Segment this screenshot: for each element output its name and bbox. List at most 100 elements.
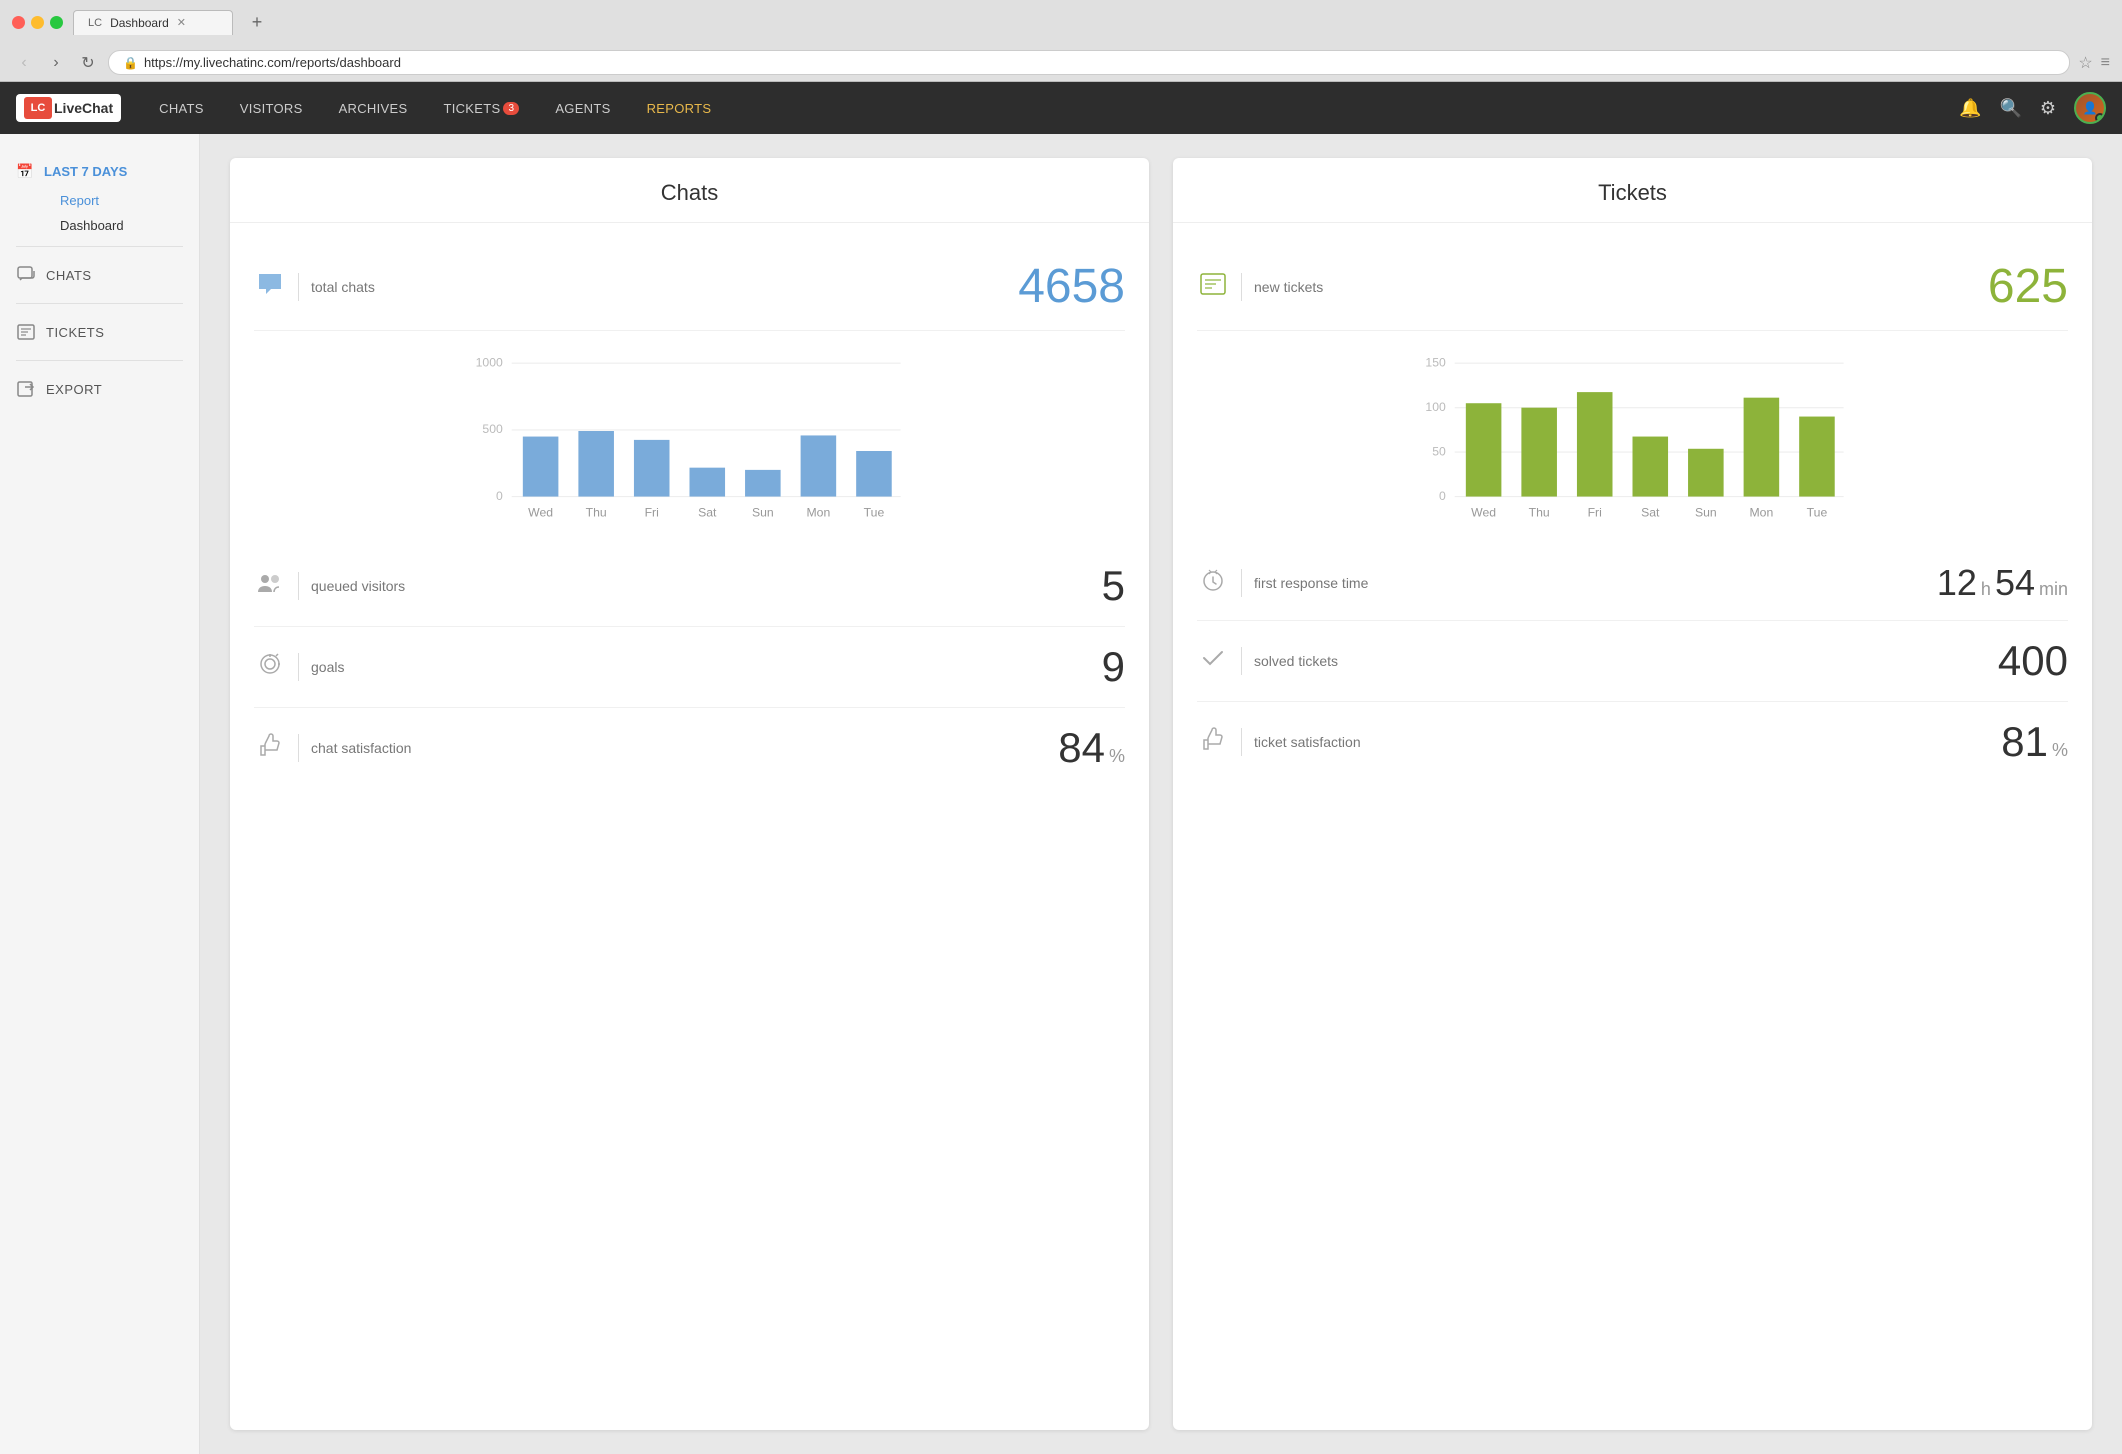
queued-visitors-icon	[254, 572, 286, 600]
new-tickets-value: 625	[1988, 259, 2068, 314]
svg-text:50: 50	[1432, 444, 1446, 458]
solved-tickets-label: solved tickets	[1254, 653, 1986, 669]
chat-satisfaction-label: chat satisfaction	[311, 740, 1046, 756]
browser-tab[interactable]: LC Dashboard ✕	[73, 10, 233, 35]
svg-text:Sat: Sat	[698, 506, 717, 520]
svg-text:100: 100	[1425, 400, 1446, 414]
tickets-chart-svg: 150 100 50 0	[1213, 341, 2052, 541]
svg-text:500: 500	[482, 422, 503, 436]
divider	[298, 734, 299, 762]
nav-item-tickets[interactable]: TICKETS 3	[425, 82, 537, 134]
sidebar-nav-tickets[interactable]: TICKETS	[0, 312, 199, 352]
sidebar-nav-chats[interactable]: CHATS	[0, 255, 199, 295]
close-dot[interactable]	[12, 16, 25, 29]
logo-text: LiveChat	[54, 100, 113, 116]
first-response-h-unit: h	[1981, 579, 1991, 600]
menu-button[interactable]: ≡	[2101, 54, 2110, 72]
first-response-min-unit: min	[2039, 579, 2068, 600]
svg-text:1000: 1000	[476, 356, 503, 370]
chats-card: Chats total chats 4658	[230, 158, 1149, 1430]
browser-chrome: LC Dashboard ✕ + ‹ › ↻ 🔒 https://my.live…	[0, 0, 2122, 82]
tickets-card-body: new tickets 625 150 100 50	[1173, 223, 2092, 802]
refresh-button[interactable]: ↻	[76, 51, 100, 75]
thumbsup-ticket-icon	[1197, 727, 1229, 757]
ticket-satisfaction-value-group: 81 %	[2001, 718, 2068, 766]
goals-label: goals	[311, 659, 1090, 675]
svg-text:150: 150	[1425, 356, 1446, 370]
new-tickets-label: new tickets	[1254, 279, 1976, 295]
sidebar-item-last7days[interactable]: 📅 LAST 7 DAYS	[0, 154, 199, 188]
chats-chart: 1000 500 0	[254, 331, 1125, 546]
nav-item-chats[interactable]: CHATS	[141, 82, 222, 134]
tab-title: Dashboard	[110, 16, 169, 30]
address-bar[interactable]: 🔒 https://my.livechatinc.com/reports/das…	[108, 50, 2070, 75]
queued-visitors-value: 5	[1102, 562, 1125, 610]
forward-button[interactable]: ›	[44, 51, 68, 75]
tickets-chart: 150 100 50 0	[1197, 331, 2068, 546]
divider	[298, 572, 299, 600]
tab-close-button[interactable]: ✕	[177, 16, 186, 29]
logo-letters: LC	[31, 102, 46, 114]
avatar[interactable]: 👤	[2074, 92, 2106, 124]
sidebar-export-label: EXPORT	[46, 382, 102, 397]
first-response-value-group: 12 h 54 min	[1937, 562, 2068, 604]
new-tickets-row: new tickets 625	[1197, 243, 2068, 331]
calendar-icon: 📅	[16, 162, 34, 180]
sidebar-chats-label: CHATS	[46, 268, 92, 283]
svg-text:Tue: Tue	[864, 506, 885, 520]
svg-text:Sun: Sun	[752, 506, 774, 520]
chat-nav-icon	[16, 265, 36, 285]
svg-text:0: 0	[1439, 489, 1446, 503]
sidebar-period-label: LAST 7 DAYS	[44, 164, 127, 179]
chat-satisfaction-value-group: 84 %	[1058, 724, 1125, 772]
sidebar-item-dashboard[interactable]: Dashboard	[44, 213, 199, 238]
minimize-dot[interactable]	[31, 16, 44, 29]
divider	[1241, 273, 1242, 301]
tab-favicon: LC	[88, 17, 102, 29]
window-controls	[12, 16, 63, 29]
notifications-button[interactable]: 🔔	[1959, 98, 1981, 119]
nav-item-visitors[interactable]: VISITORS	[222, 82, 321, 134]
nav-item-archives[interactable]: ARCHIVES	[321, 82, 426, 134]
sidebar-item-report[interactable]: Report	[44, 188, 199, 213]
settings-button[interactable]: ⚙	[2040, 98, 2056, 119]
nav-items: CHATS VISITORS ARCHIVES TICKETS 3 AGENTS…	[141, 82, 1959, 134]
total-chats-label: total chats	[311, 279, 1006, 295]
back-button[interactable]: ‹	[12, 51, 36, 75]
chat-satisfaction-unit: %	[1109, 746, 1125, 767]
logo[interactable]: LC LiveChat	[16, 94, 121, 122]
ticket-satisfaction-label: ticket satisfaction	[1254, 734, 1989, 750]
tickets-card: Tickets new tickets 625	[1173, 158, 2092, 1430]
first-response-row: first response time 12 h 54 min	[1197, 546, 2068, 621]
ticket-satisfaction-unit: %	[2052, 740, 2068, 761]
sidebar-divider-3	[16, 360, 183, 361]
divider	[298, 273, 299, 301]
svg-text:Mon: Mon	[1749, 506, 1773, 520]
goals-row: goals 9	[254, 627, 1125, 708]
svg-text:Thu: Thu	[586, 506, 607, 520]
new-tab-button[interactable]: +	[243, 8, 271, 36]
sidebar-divider-1	[16, 246, 183, 247]
divider	[1241, 569, 1242, 597]
url-text: https://my.livechatinc.com/reports/dashb…	[144, 55, 2055, 70]
svg-text:Mon: Mon	[806, 506, 830, 520]
goals-value: 9	[1102, 643, 1125, 691]
svg-text:Tue: Tue	[1807, 506, 1828, 520]
sidebar-sub-menu: Report Dashboard	[0, 188, 199, 238]
svg-text:Fri: Fri	[1588, 506, 1602, 520]
sidebar-nav-export[interactable]: EXPORT	[0, 369, 199, 409]
first-response-minutes: 54	[1995, 562, 2035, 604]
ssl-icon: 🔒	[123, 56, 138, 70]
goals-icon	[254, 652, 286, 682]
total-chats-row: total chats 4658	[254, 243, 1125, 331]
svg-text:Thu: Thu	[1529, 506, 1550, 520]
nav-item-agents[interactable]: AGENTS	[537, 82, 628, 134]
ticket-satisfaction-value: 81	[2001, 718, 2048, 766]
bookmark-button[interactable]: ☆	[2078, 53, 2092, 73]
app-navigation: LC LiveChat CHATS VISITORS ARCHIVES TICK…	[0, 82, 2122, 134]
svg-text:Wed: Wed	[528, 506, 553, 520]
nav-item-reports[interactable]: REPORTS	[629, 82, 730, 134]
search-button[interactable]: 🔍	[1999, 98, 2021, 119]
maximize-dot[interactable]	[50, 16, 63, 29]
divider	[1241, 647, 1242, 675]
